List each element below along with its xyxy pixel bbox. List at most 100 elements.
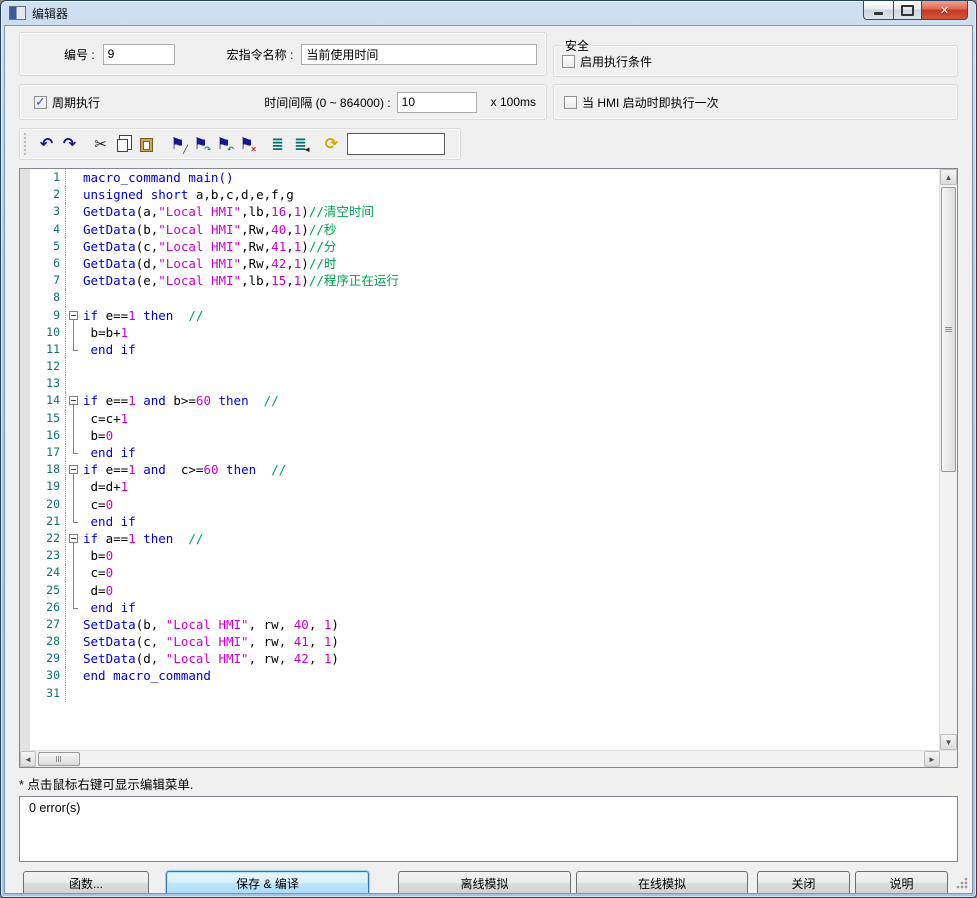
cut-button[interactable]: ✂ xyxy=(89,132,112,156)
functions-button[interactable]: 函数... xyxy=(23,871,149,894)
run-on-startup-checkbox[interactable] xyxy=(564,96,577,109)
fold-margin xyxy=(66,427,83,444)
close-button[interactable]: ✕ xyxy=(922,1,968,20)
prev-bookmark-button[interactable]: ⚑↶ xyxy=(212,132,235,156)
code-line[interactable]: 14if e==1 and b>=60 then // xyxy=(30,392,939,409)
code-line[interactable]: 26 end if xyxy=(30,599,939,616)
code-line[interactable]: 6GetData(d,"Local HMI",Rw,42,1)//时 xyxy=(30,255,939,272)
code-line[interactable]: 13 xyxy=(30,375,939,392)
line-number: 6 xyxy=(30,255,66,272)
copy-button[interactable] xyxy=(112,132,135,156)
periodic-checkbox[interactable] xyxy=(34,96,47,109)
indent-button[interactable]: ≣ xyxy=(266,132,289,156)
client-area: 编号 : 宏指令名称 : 安全 启用执行条件 周期执行 xyxy=(4,25,973,894)
save-compile-button[interactable]: 保存 & 编译 xyxy=(166,871,369,894)
fold-toggle-icon[interactable] xyxy=(66,392,83,409)
code-line[interactable]: 24 c=0 xyxy=(30,564,939,581)
code-line[interactable]: 15 c=c+1 xyxy=(30,410,939,427)
toggle-bookmark-button[interactable]: ⚑╱ xyxy=(166,132,189,156)
fold-margin xyxy=(66,633,83,650)
fold-margin xyxy=(66,238,83,255)
code-area[interactable]: 1macro_command main()2unsigned short a,b… xyxy=(30,169,939,750)
code-line[interactable]: 22if a==1 then // xyxy=(30,530,939,547)
code-text: c=c+1 xyxy=(83,410,939,427)
vertical-scroll-thumb[interactable] xyxy=(941,187,956,472)
horizontal-scrollbar[interactable]: ◄ ► xyxy=(20,750,957,767)
periodic-label: 周期执行 xyxy=(52,94,100,111)
undo-button[interactable]: ↶ xyxy=(35,132,58,156)
paste-button[interactable] xyxy=(135,132,158,156)
code-text: macro_command main() xyxy=(83,169,939,186)
horizontal-scroll-thumb[interactable] xyxy=(38,752,80,766)
code-line[interactable]: 17 end if xyxy=(30,444,939,461)
code-line[interactable]: 21 end if xyxy=(30,513,939,530)
fold-margin xyxy=(66,203,83,220)
code-line[interactable]: 3GetData(a,"Local HMI",lb,16,1)//清空时间 xyxy=(30,203,939,220)
help-button[interactable]: 说明 xyxy=(855,871,948,894)
fold-margin xyxy=(66,547,83,564)
code-line[interactable]: 10 b=b+1 xyxy=(30,324,939,341)
redo-button[interactable]: ↷ xyxy=(58,132,81,156)
scroll-down-icon[interactable]: ▼ xyxy=(940,734,957,750)
code-text: end macro_command xyxy=(83,667,939,684)
id-name-panel: 编号 : 宏指令名称 : xyxy=(19,32,547,76)
toolbar-grip xyxy=(24,133,29,155)
titlebar[interactable]: 编辑器 ✕ xyxy=(1,1,976,25)
code-line[interactable]: 27SetData(b, "Local HMI", rw, 40, 1) xyxy=(30,616,939,633)
code-line[interactable]: 5GetData(c,"Local HMI",Rw,41,1)//分 xyxy=(30,238,939,255)
resize-grip[interactable] xyxy=(956,877,968,889)
minimize-button[interactable] xyxy=(863,1,893,20)
macro-id-input[interactable] xyxy=(103,44,175,65)
vertical-scrollbar[interactable]: ▲ ▼ xyxy=(939,169,957,750)
code-line[interactable]: 4GetData(b,"Local HMI",Rw,40,1)//秒 xyxy=(30,221,939,238)
line-number: 12 xyxy=(30,358,66,375)
code-line[interactable]: 9if e==1 then // xyxy=(30,307,939,324)
code-line[interactable]: 23 b=0 xyxy=(30,547,939,564)
code-line[interactable]: 8 xyxy=(30,289,939,306)
scroll-right-icon[interactable]: ► xyxy=(924,751,940,767)
fold-toggle-icon[interactable] xyxy=(66,530,83,547)
code-line[interactable]: 2unsigned short a,b,c,d,e,f,g xyxy=(30,186,939,203)
code-line[interactable]: 16 b=0 xyxy=(30,427,939,444)
code-line[interactable]: 20 c=0 xyxy=(30,496,939,513)
clear-bookmarks-button[interactable]: ⚑✕ xyxy=(235,132,258,156)
fold-toggle-icon[interactable] xyxy=(66,307,83,324)
close-dialog-button[interactable]: 关闭 xyxy=(757,871,850,894)
next-bookmark-button[interactable]: ⚑↷ xyxy=(189,132,212,156)
code-line[interactable]: 29SetData(d, "Local HMI", rw, 42, 1) xyxy=(30,650,939,667)
fold-margin xyxy=(66,513,83,530)
offline-simulation-button[interactable]: 离线模拟 xyxy=(398,871,571,894)
cut-icon: ✂ xyxy=(94,135,107,153)
enable-condition-checkbox[interactable] xyxy=(562,55,575,68)
line-number: 2 xyxy=(30,186,66,203)
copy-icon xyxy=(117,139,128,152)
find-button[interactable]: ⟳ xyxy=(320,132,343,156)
code-line[interactable]: 12 xyxy=(30,358,939,375)
code-line[interactable]: 31 xyxy=(30,685,939,702)
code-editor[interactable]: 1macro_command main()2unsigned short a,b… xyxy=(19,168,958,768)
code-line[interactable]: 11 end if xyxy=(30,341,939,358)
line-number: 15 xyxy=(30,410,66,427)
line-number: 28 xyxy=(30,633,66,650)
code-text: end if xyxy=(83,341,939,358)
macro-name-label: 宏指令名称 : xyxy=(227,46,294,63)
code-line[interactable]: 28SetData(c, "Local HMI", rw, 41, 1) xyxy=(30,633,939,650)
code-line[interactable]: 1macro_command main() xyxy=(30,169,939,186)
code-line[interactable]: 25 d=0 xyxy=(30,582,939,599)
maximize-button[interactable] xyxy=(893,1,922,20)
code-line[interactable]: 19 d=d+1 xyxy=(30,478,939,495)
code-line[interactable]: 7GetData(e,"Local HMI",lb,15,1)//程序正在运行 xyxy=(30,272,939,289)
scroll-left-icon[interactable]: ◄ xyxy=(20,751,36,767)
line-number: 17 xyxy=(30,444,66,461)
fold-margin xyxy=(66,582,83,599)
fold-toggle-icon[interactable] xyxy=(66,461,83,478)
online-simulation-button[interactable]: 在线模拟 xyxy=(576,871,748,894)
code-line[interactable]: 18if e==1 and c>=60 then // xyxy=(30,461,939,478)
scroll-up-icon[interactable]: ▲ xyxy=(940,169,957,185)
line-number: 24 xyxy=(30,564,66,581)
outdent-button[interactable]: ≣◄ xyxy=(289,132,312,156)
macro-name-input[interactable] xyxy=(301,44,537,65)
search-input[interactable] xyxy=(347,133,445,155)
code-line[interactable]: 30end macro_command xyxy=(30,667,939,684)
interval-input[interactable] xyxy=(397,92,477,113)
